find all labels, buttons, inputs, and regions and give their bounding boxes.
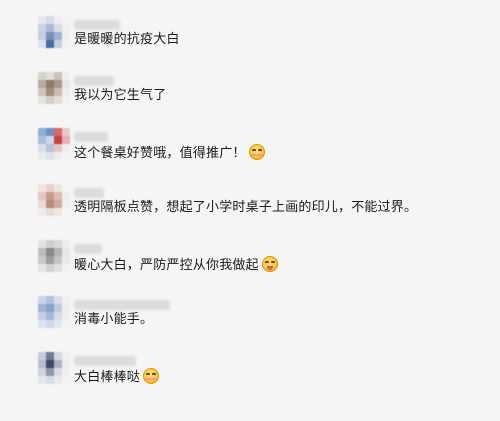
comment-item: 是暖暖的抗疫大白 xyxy=(38,16,500,60)
username-blurred xyxy=(74,20,120,30)
comment-text: 是暖暖的抗疫大白 xyxy=(74,32,180,47)
comment-item: 暖心大白，严防严控从你我做起 xyxy=(38,240,500,284)
username-blurred xyxy=(74,244,102,254)
username-blurred xyxy=(74,356,136,366)
username-blurred xyxy=(74,188,104,198)
avatar[interactable] xyxy=(38,352,70,384)
avatar[interactable] xyxy=(38,184,70,216)
avatar[interactable] xyxy=(38,128,70,160)
comment-item: 这个餐桌好赞哦，值得推广！ xyxy=(38,128,500,172)
comment-text: 透明隔板点赞，想起了小学时桌子上画的印儿，不能过界。 xyxy=(74,200,418,215)
comment-item: 我以为它生气了 xyxy=(38,72,500,116)
comment-item: 消毒小能手。 xyxy=(38,296,500,340)
avatar[interactable] xyxy=(38,296,70,328)
comment-text: 暖心大白，严防严控从你我做起 xyxy=(74,256,278,274)
username-blurred xyxy=(74,132,108,142)
tongue-out-face-icon xyxy=(261,256,278,272)
comment-item: 大白棒棒哒 xyxy=(38,352,500,396)
avatar[interactable] xyxy=(38,240,70,272)
comment-text: 我以为它生气了 xyxy=(74,88,167,103)
smiling-face-icon xyxy=(248,144,265,160)
avatar[interactable] xyxy=(38,72,70,104)
avatar[interactable] xyxy=(38,16,70,48)
comment-text: 这个餐桌好赞哦，值得推广！ xyxy=(74,144,265,162)
username-blurred xyxy=(74,300,170,310)
grinning-face-icon xyxy=(143,368,160,384)
username-blurred xyxy=(74,76,114,86)
comment-item: 透明隔板点赞，想起了小学时桌子上画的印儿，不能过界。 xyxy=(38,184,500,228)
comment-text: 大白棒棒哒 xyxy=(74,368,160,386)
comment-text: 消毒小能手。 xyxy=(74,312,154,327)
